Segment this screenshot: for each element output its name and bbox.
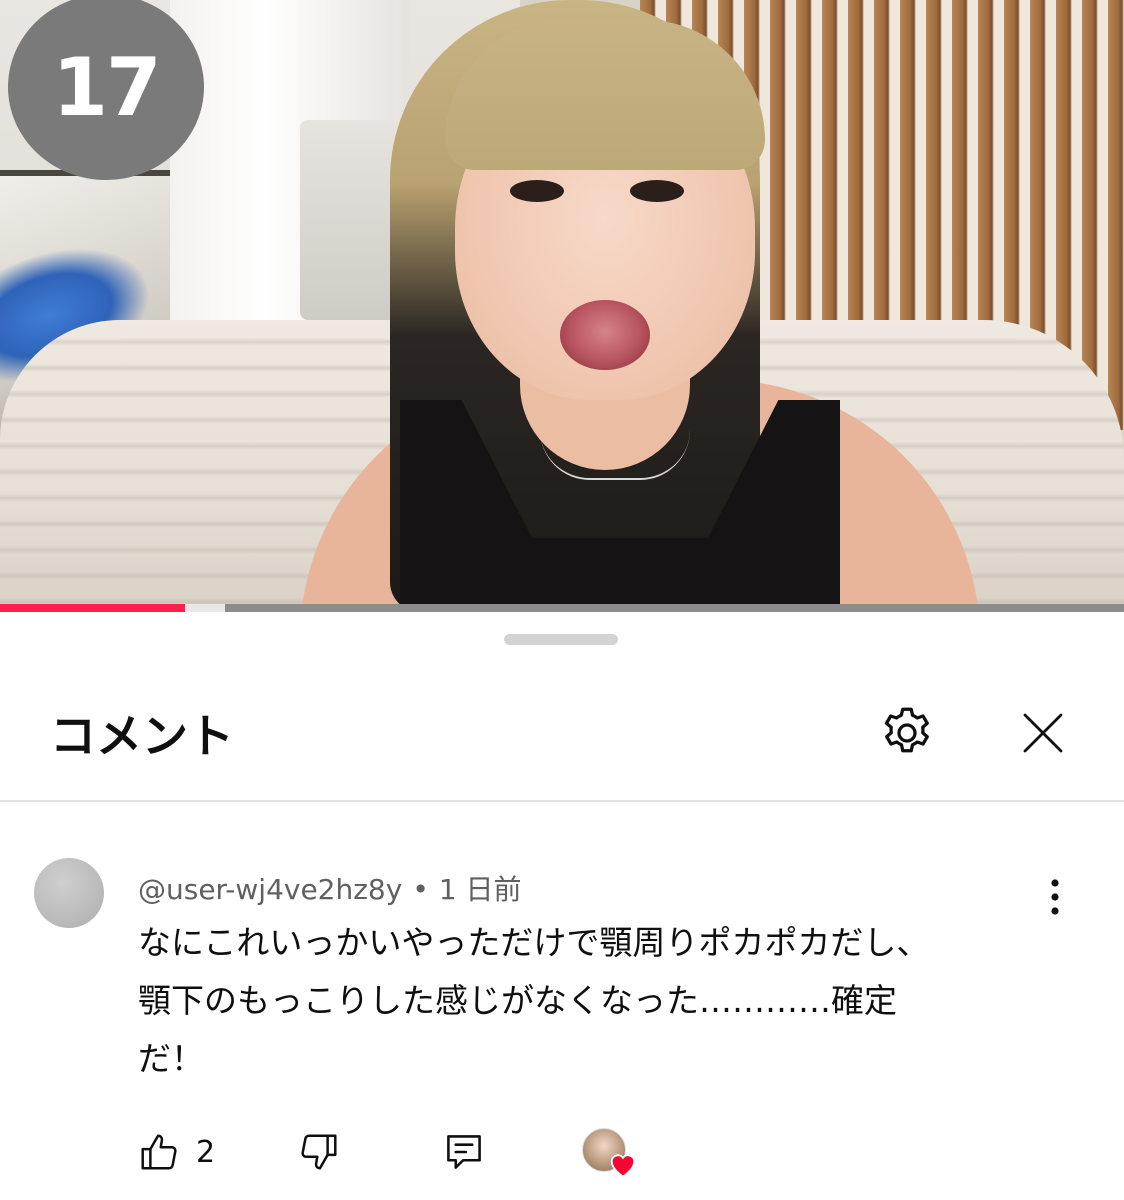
like-button[interactable]: 2 [136, 1122, 215, 1182]
heart-icon [610, 1154, 636, 1178]
comment-text: なにこれいっかいやっただけで顎周りポカポカだし、 顎下のもっこりした感じがなくな… [138, 914, 1038, 1088]
gear-icon [884, 707, 929, 753]
comment-author[interactable]: @user-wj4ve2hz8y [138, 873, 402, 906]
video-person-eye [630, 180, 684, 202]
comment-meta: @user-wj4ve2hz8y • 1 日前 [138, 868, 522, 908]
reply-icon [447, 1135, 481, 1169]
video-player[interactable]: 17 [0, 0, 1124, 612]
video-person-eye [510, 180, 564, 202]
comment-text-line: なにこれいっかいやっただけで顎周りポカポカだし、 [138, 923, 930, 962]
thumbs-up-icon [141, 1134, 177, 1170]
close-button[interactable] [1008, 698, 1078, 768]
comment-item: @user-wj4ve2hz8y • 1 日前 なにこれいっかいやっただけで顎周りポ… [0, 802, 1124, 1200]
like-count: 2 [196, 1134, 216, 1170]
video-background-dispenser [300, 120, 400, 320]
comment-text-line: 顎下のもっこりした感じがなくなった…………確定 [138, 981, 897, 1020]
video-progress-bar[interactable] [0, 604, 1124, 612]
dislike-button[interactable] [296, 1122, 342, 1182]
close-icon [1023, 713, 1063, 753]
more-vertical-icon [1051, 879, 1059, 915]
comment-text-line: だ！ [138, 1039, 204, 1078]
reply-button[interactable] [442, 1122, 486, 1182]
video-progress-fill [0, 604, 186, 612]
avatar[interactable] [34, 858, 104, 928]
drag-handle[interactable] [504, 634, 618, 645]
episode-badge: 17 [8, 0, 204, 180]
creator-heart-badge [578, 1128, 642, 1184]
video-person-mouth [560, 300, 650, 370]
comments-sheet: コメント @user-wj4ve2hz8y • 1 日前 なにこれいっかいやっただけ… [0, 612, 1124, 1200]
episode-number: 17 [52, 40, 161, 134]
meta-separator: • [412, 873, 429, 906]
comments-title: コメント [50, 709, 234, 763]
comment-time: 1 日前 [438, 873, 522, 906]
comment-actions: 2 [0, 1122, 1124, 1192]
thumbs-down-icon [301, 1134, 337, 1170]
settings-button[interactable] [872, 698, 942, 768]
